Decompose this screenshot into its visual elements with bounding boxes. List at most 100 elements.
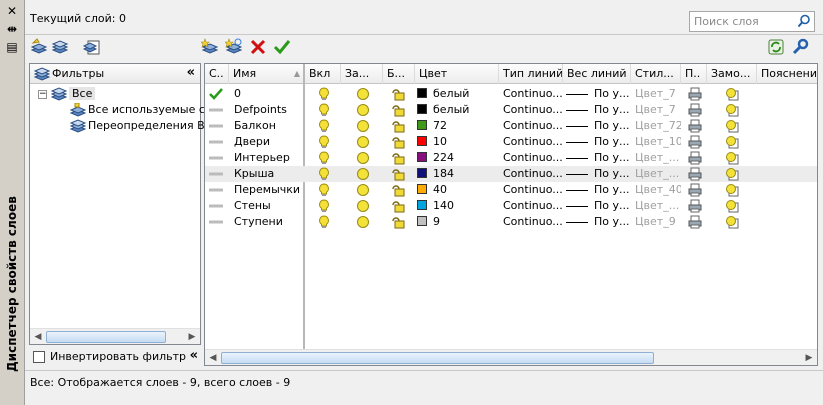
new-property-filter-icon[interactable] (30, 38, 48, 56)
new-layer-icon[interactable] (200, 38, 219, 56)
vp-freeze-icon[interactable] (725, 103, 739, 117)
tree-node-overrides[interactable]: Переопределения ВЗ (70, 119, 212, 133)
layer-row[interactable]: Крыша 184 Continuo... По у... Цвет_... (205, 166, 817, 182)
grid-hscrollbar[interactable]: ◀ ▶ (205, 349, 817, 365)
layer-linetype[interactable]: Continuo... (503, 198, 563, 214)
column-plotstyle[interactable]: Стил... (631, 64, 681, 84)
lock-unlocked-icon[interactable] (391, 183, 405, 197)
layer-linetype[interactable]: Continuo... (503, 150, 563, 166)
layer-color[interactable]: белый (417, 86, 497, 102)
lock-unlocked-icon[interactable] (391, 167, 405, 181)
layer-states-icon[interactable] (82, 38, 101, 56)
vp-freeze-icon[interactable] (725, 215, 739, 229)
collapse-panel-icon[interactable]: « (187, 65, 195, 80)
layer-row[interactable]: Перемычки 40 Continuo... По у... Цвет_40 (205, 182, 817, 198)
layer-name[interactable]: Стены (234, 198, 302, 214)
layer-status-icon[interactable] (208, 167, 224, 181)
bulb-on-icon[interactable] (317, 215, 331, 229)
printer-icon[interactable] (688, 87, 702, 101)
layer-lineweight[interactable]: По у... (566, 102, 630, 118)
invert-filter-checkbox[interactable] (33, 351, 45, 363)
sun-thawed-icon[interactable] (356, 103, 370, 117)
layer-status-icon[interactable] (208, 199, 224, 213)
layer-linetype[interactable]: Continuo... (503, 102, 563, 118)
layer-lineweight[interactable]: По у... (566, 150, 630, 166)
new-layer-vp-frozen-icon[interactable] (224, 38, 243, 56)
column-name[interactable]: Имя ▲ (229, 64, 305, 84)
tree-node-all[interactable]: − Все (38, 87, 96, 101)
layer-status-icon[interactable] (208, 135, 224, 149)
sun-thawed-icon[interactable] (356, 199, 370, 213)
layer-color[interactable]: 10 (417, 134, 497, 150)
layer-name[interactable]: Двери (234, 134, 302, 150)
current-layer-check-icon[interactable] (209, 87, 223, 101)
layer-lineweight[interactable]: По у... (566, 86, 630, 102)
column-lock[interactable]: Б... (383, 64, 415, 84)
sun-thawed-icon[interactable] (356, 151, 370, 165)
tree-node-used[interactable]: Все используемые сл (70, 103, 212, 117)
column-lineweight[interactable]: Вес линий (563, 64, 631, 84)
printer-icon[interactable] (688, 167, 702, 181)
layer-lineweight[interactable]: По у... (566, 182, 630, 198)
column-linetype[interactable]: Тип линий (499, 64, 563, 84)
search-input[interactable]: Поиск слоя (689, 11, 815, 32)
printer-icon[interactable] (688, 199, 702, 213)
tree-collapse-icon[interactable]: − (38, 89, 47, 99)
layer-status-icon[interactable] (208, 119, 224, 133)
layer-status-icon[interactable] (208, 151, 224, 165)
layer-status-icon[interactable] (208, 215, 224, 229)
lock-unlocked-icon[interactable] (391, 151, 405, 165)
sun-thawed-icon[interactable] (356, 135, 370, 149)
lock-unlocked-icon[interactable] (391, 199, 405, 213)
layer-linetype[interactable]: Continuo... (503, 86, 563, 102)
printer-icon[interactable] (688, 151, 702, 165)
lock-unlocked-icon[interactable] (391, 103, 405, 117)
bulb-on-icon[interactable] (317, 183, 331, 197)
layer-name[interactable]: Перемычки (234, 182, 302, 198)
scroll-left-icon[interactable]: ◀ (32, 331, 44, 343)
vp-freeze-icon[interactable] (725, 135, 739, 149)
invert-filter[interactable]: Инвертировать фильтр « (31, 348, 201, 366)
layer-linetype[interactable]: Continuo... (503, 182, 563, 198)
vp-freeze-icon[interactable] (725, 199, 739, 213)
vp-freeze-icon[interactable] (725, 183, 739, 197)
collapse-filters-icon[interactable]: « (190, 348, 198, 363)
lock-unlocked-icon[interactable] (391, 135, 405, 149)
lock-unlocked-icon[interactable] (391, 87, 405, 101)
layer-status-icon[interactable] (208, 103, 224, 117)
layer-linetype[interactable]: Continuo... (503, 118, 563, 134)
vp-freeze-icon[interactable] (725, 119, 739, 133)
layer-row[interactable]: Ступени 9 Continuo... По у... Цвет_9 (205, 214, 817, 230)
layer-name[interactable]: Ступени (234, 214, 302, 230)
layer-color[interactable]: 72 (417, 118, 497, 134)
layer-name[interactable]: Крыша (234, 166, 302, 182)
bulb-on-icon[interactable] (317, 151, 331, 165)
filters-hscrollbar[interactable]: ◀ ▶ (30, 328, 200, 344)
layer-row[interactable]: Интерьер 224 Continuo... По у... Цвет_... (205, 150, 817, 166)
printer-icon[interactable] (688, 135, 702, 149)
scroll-left-icon[interactable]: ◀ (207, 352, 219, 364)
layer-row[interactable]: 0 белый Continuo... По у... Цвет_7 (205, 86, 817, 102)
sun-thawed-icon[interactable] (356, 119, 370, 133)
sun-thawed-icon[interactable] (356, 167, 370, 181)
layer-color[interactable]: 40 (417, 182, 497, 198)
sun-thawed-icon[interactable] (356, 215, 370, 229)
column-plot[interactable]: П.. (681, 64, 707, 84)
printer-icon[interactable] (688, 183, 702, 197)
layer-color[interactable]: 9 (417, 214, 497, 230)
column-on[interactable]: Вкл (305, 64, 341, 84)
bulb-on-icon[interactable] (317, 135, 331, 149)
settings-icon[interactable] (791, 38, 809, 56)
scroll-thumb[interactable] (221, 352, 654, 364)
layer-name[interactable]: 0 (234, 86, 302, 102)
layer-status-icon[interactable] (208, 183, 224, 197)
layer-row[interactable]: Балкон 72 Continuo... По у... Цвет_72 (205, 118, 817, 134)
delete-layer-icon[interactable] (249, 38, 267, 56)
layer-lineweight[interactable]: По у... (566, 134, 630, 150)
layer-color[interactable]: белый (417, 102, 497, 118)
vp-freeze-icon[interactable] (725, 151, 739, 165)
scroll-right-icon[interactable]: ▶ (186, 331, 198, 343)
printer-icon[interactable] (688, 119, 702, 133)
autohide-icon[interactable]: ⇹ (5, 22, 19, 36)
layer-name[interactable]: Балкон (234, 118, 302, 134)
